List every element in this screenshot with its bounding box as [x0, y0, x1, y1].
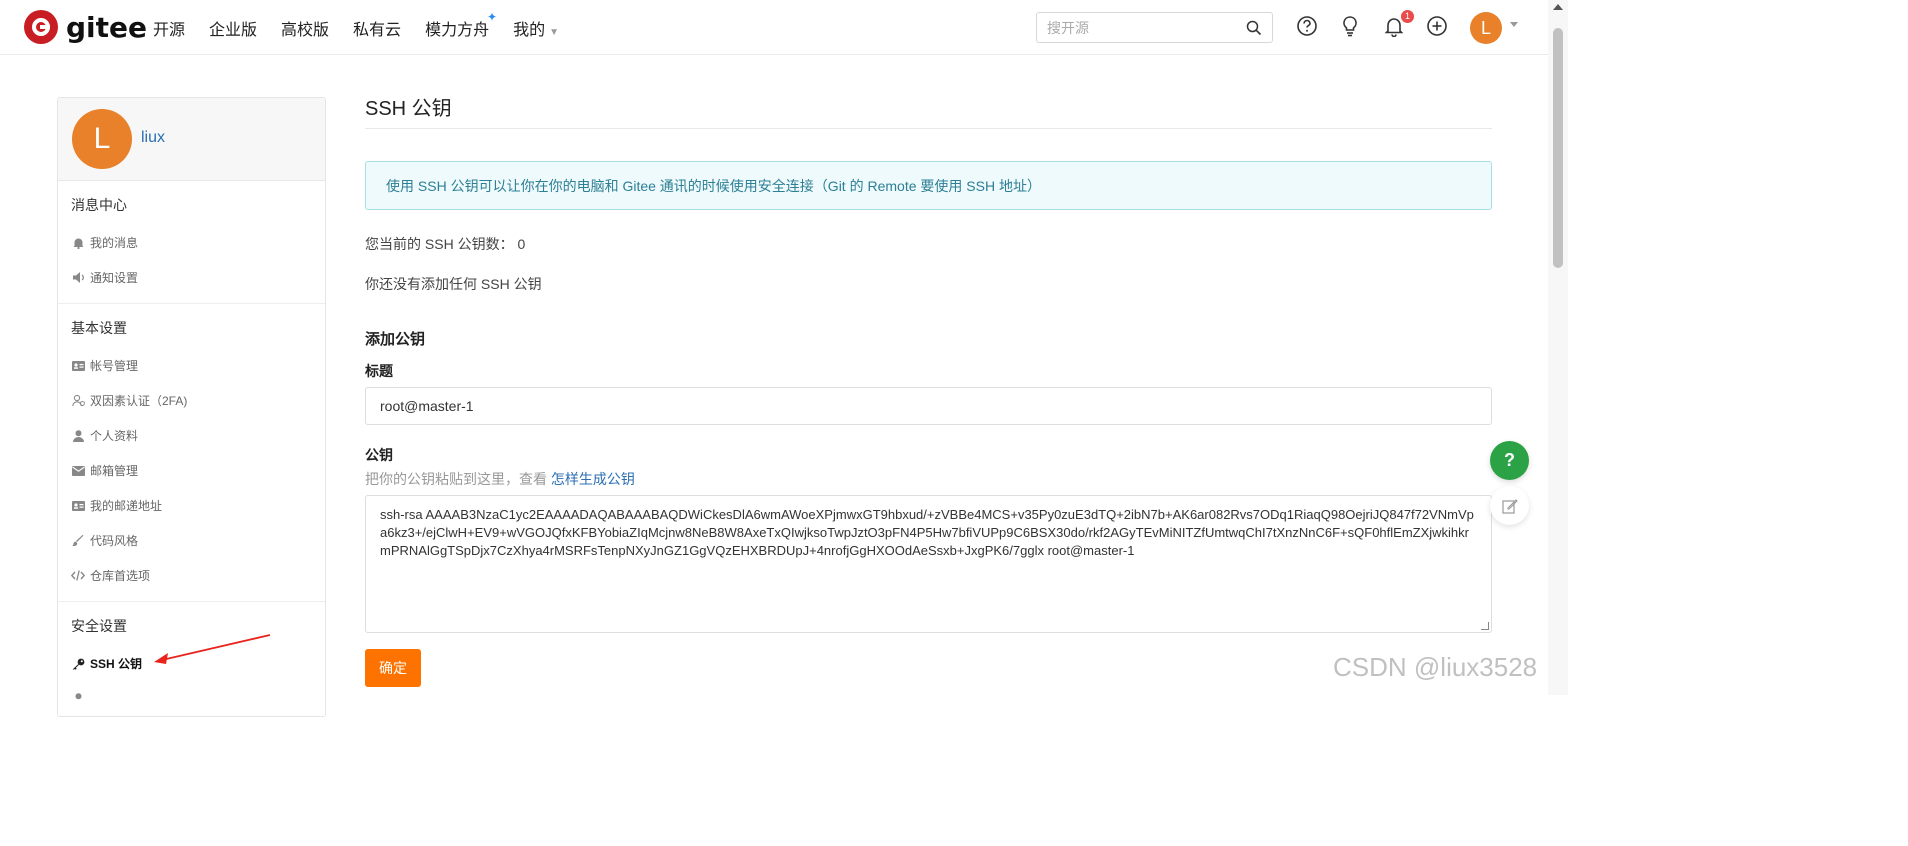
main-nav: 开源 企业版 高校版 私有云 模力方舟 ✦ 我的 ▼ [153, 10, 583, 40]
floating-help-button[interactable]: ? [1490, 441, 1529, 480]
address-card-icon [71, 499, 85, 513]
profile-username[interactable]: liux [141, 129, 165, 147]
key-icon [71, 657, 85, 671]
count-label: 您当前的 SSH 公钥数： [365, 236, 514, 252]
section-title: 消息中心 [71, 197, 127, 213]
brush-icon [71, 534, 85, 548]
bell-icon [71, 236, 85, 250]
add-key-heading: 添加公钥 [365, 331, 426, 348]
nav-mine-label: 我的 [513, 22, 546, 39]
how-to-generate-link[interactable]: 怎样生成公钥 [551, 471, 635, 487]
plus-circle-icon[interactable] [1426, 15, 1448, 37]
envelope-icon [71, 464, 85, 478]
page-title: SSH 公钥 [365, 92, 1492, 129]
user-icon [71, 692, 85, 706]
sidebar-item-label: 我的邮递地址 [90, 499, 163, 513]
watermark: CSDN @liux3528 [1333, 652, 1538, 682]
id-card-icon [71, 359, 85, 373]
sidebar-item-my-messages[interactable]: 我的消息 [58, 225, 325, 260]
sidebar-item-2fa[interactable]: 双因素认证（2FA) [58, 383, 325, 418]
submit-button[interactable]: 确定 [365, 649, 421, 687]
count-value: 0 [517, 236, 526, 252]
sidebar-item-label: 帐号管理 [90, 359, 139, 373]
edit-icon [1501, 498, 1518, 514]
sidebar-item-label: 我的消息 [90, 236, 139, 250]
user-shield-icon [71, 394, 85, 408]
nav-private-cloud[interactable]: 私有云 [353, 16, 401, 40]
gitee-logo[interactable]: gitee [24, 10, 147, 44]
sidebar-item-email[interactable]: 邮箱管理 [58, 453, 325, 488]
settings-sidebar: L liux 消息中心 我的消息 通知设置 基本设置 帐号管理 双因素认证（2F… [57, 97, 326, 717]
annotation-arrow-icon [154, 634, 271, 664]
ssh-key-count: 您当前的 SSH 公钥数： 0 [365, 234, 1492, 254]
help-icon[interactable] [1296, 15, 1318, 37]
user-avatar[interactable]: L [1470, 12, 1502, 44]
logo-text: gitee [66, 10, 148, 44]
sidebar-item-label: 仓库首选项 [90, 569, 151, 583]
sidebar-item-partial[interactable] [58, 681, 325, 716]
sidebar-item-label: 代码风格 [90, 534, 139, 548]
nav-education[interactable]: 高校版 [281, 16, 329, 40]
app-root: gitee 开源 企业版 高校版 私有云 模力方舟✦ 我的▼ 1 L L liu… [0, 0, 1568, 717]
resize-handle-icon[interactable] [1481, 622, 1489, 630]
title-input-value: root@master-1 [380, 398, 474, 414]
sidebar-item-profile[interactable]: 个人资料 [58, 418, 325, 453]
key-hint: 把你的公钥粘贴到这里，查看 怎样生成公钥 [365, 469, 1492, 489]
floating-feedback-button[interactable] [1490, 486, 1529, 525]
sidebar-item-repo-preferences[interactable]: 仓库首选项 [58, 558, 325, 593]
scroll-up-icon[interactable] [1553, 4, 1563, 10]
section-messages: 消息中心 我的消息 通知设置 [58, 181, 325, 304]
sidebar-item-label: 邮箱管理 [90, 464, 139, 478]
public-key-textarea[interactable]: ssh-rsa AAAAB3NzaC1yc2EAAAADAQABAAABAQDW… [365, 495, 1492, 633]
info-alert: 使用 SSH 公钥可以让你在你的电脑和 Gitee 通讯的时候使用安全连接（Gi… [365, 161, 1492, 210]
title-field-label: 标题 [365, 363, 393, 379]
key-hint-text: 把你的公钥粘贴到这里，查看 [365, 471, 547, 487]
page-scrollbar[interactable] [1548, 0, 1568, 695]
sidebar-item-account[interactable]: 帐号管理 [58, 348, 325, 383]
nav-moli-label: 模力方舟 [425, 22, 490, 39]
section-basic-settings: 基本设置 帐号管理 双因素认证（2FA) 个人资料 邮箱管理 我的邮递地址 代码… [58, 304, 325, 602]
avatar-caret-icon[interactable] [1510, 22, 1518, 27]
code-icon [71, 569, 85, 583]
nav-moli[interactable]: 模力方舟 ✦ [425, 10, 497, 40]
speaker-icon [71, 271, 85, 285]
sidebar-item-label: 通知设置 [90, 271, 139, 285]
main-content: SSH 公钥 使用 SSH 公钥可以让你在你的电脑和 Gitee 通讯的时候使用… [365, 92, 1492, 687]
nav-opensource[interactable]: 开源 [153, 16, 185, 40]
notification-badge: 1 [1401, 10, 1414, 23]
user-icon [71, 429, 85, 443]
info-alert-text: 使用 SSH 公钥可以让你在你的电脑和 Gitee 通讯的时候使用安全连接（Gi… [386, 177, 1041, 194]
public-key-value: ssh-rsa AAAAB3NzaC1yc2EAAAADAQABAAABAQDW… [380, 507, 1474, 558]
search-icon[interactable] [1246, 20, 1262, 36]
title-input[interactable]: root@master-1 [365, 387, 1492, 425]
section-title: 基本设置 [71, 320, 127, 336]
sidebar-item-notification-settings[interactable]: 通知设置 [58, 260, 325, 295]
profile-card: L liux [58, 98, 325, 181]
sidebar-item-code-style[interactable]: 代码风格 [58, 523, 325, 558]
caret-down-icon: ▼ [549, 27, 559, 38]
sidebar-item-mailing-address[interactable]: 我的邮递地址 [58, 488, 325, 523]
top-header: gitee 开源 企业版 高校版 私有云 模力方舟✦ 我的▼ 1 L [0, 0, 1548, 55]
profile-avatar[interactable]: L [72, 109, 132, 169]
sparkle-icon: ✦ [487, 10, 498, 24]
nav-mine[interactable]: 我的 ▼ [513, 16, 559, 40]
scroll-thumb[interactable] [1553, 28, 1563, 268]
sidebar-item-label: SSH 公钥 [90, 657, 143, 671]
nav-enterprise[interactable]: 企业版 [209, 16, 257, 40]
key-field-label: 公钥 [365, 447, 393, 463]
lightbulb-icon[interactable] [1339, 15, 1361, 37]
search-box [1036, 12, 1273, 43]
gitee-logo-icon [24, 10, 58, 44]
sidebar-item-label: 双因素认证（2FA) [90, 394, 188, 408]
search-input[interactable] [1047, 19, 1246, 36]
empty-state-text: 你还没有添加任何 SSH 公钥 [365, 276, 542, 292]
sidebar-item-label: 个人资料 [90, 429, 139, 443]
